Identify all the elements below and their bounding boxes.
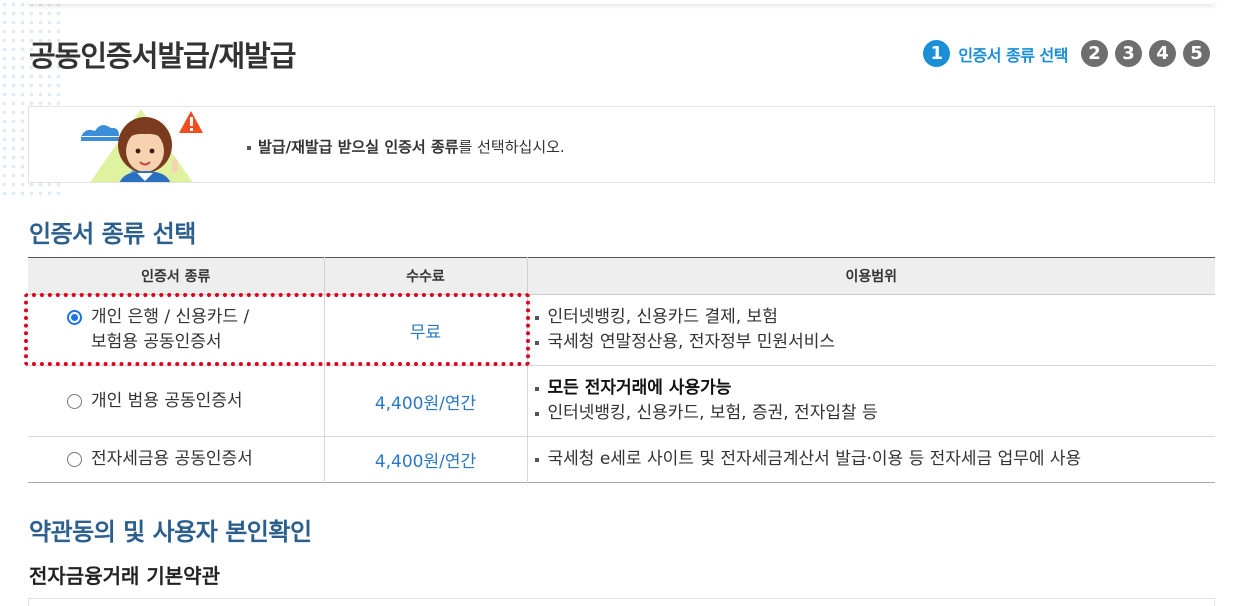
usage-line: 인터넷뱅킹, 신용카드, 보험, 증권, 전자입찰 등 (534, 401, 1216, 426)
cert-type-label: 개인 은행 / 신용카드 / 보험용 공동인증서 (91, 305, 249, 355)
cert-type-cell[interactable]: 개인 은행 / 신용카드 / 보험용 공동인증서 (28, 294, 325, 366)
terms-content-box[interactable] (28, 598, 1215, 606)
page-title: 공동인증서발급/재발급 (29, 39, 296, 73)
cert-option-e-tax[interactable]: 전자세금용 공동인증서 (28, 447, 324, 472)
header-fee: 수수료 (324, 257, 528, 295)
fee-cell: 4,400원/연간 (324, 436, 528, 483)
usage-text: 모든 전자거래에 사용가능 (547, 378, 732, 398)
notice-text-rest: 를 선택하십시오. (458, 138, 565, 156)
fee-cell: 4,400원/연간 (324, 365, 528, 437)
notice-box: 발급/재발급 받으실 인증서 종류를 선택하십시오. (28, 106, 1215, 183)
header-cert-type: 인증서 종류 (28, 257, 325, 295)
usage-line: 모든 전자거래에 사용가능 (534, 376, 1216, 401)
cert-type-table: 인증서 종류 수수료 이용범위 개인 은행 / 신용카드 / 보험용 공동인증서… (28, 257, 1215, 483)
table-row[interactable]: 개인 범용 공동인증서 4,400원/연간 모든 전자거래에 사용가능 인터넷뱅… (28, 365, 1216, 437)
terms-section-title: 약관동의 및 사용자 본인확인 (29, 518, 312, 546)
top-panel-edge (28, 0, 1214, 4)
bullet-icon (534, 457, 539, 462)
bullet-icon (534, 411, 539, 416)
step-5-badge: 5 (1183, 40, 1210, 67)
usage-cell: 모든 전자거래에 사용가능 인터넷뱅킹, 신용카드, 보험, 증권, 전자입찰 … (527, 365, 1216, 437)
table-row[interactable]: 개인 은행 / 신용카드 / 보험용 공동인증서 무료 인터넷뱅킹, 신용카드 … (28, 294, 1216, 366)
bullet-icon (534, 315, 539, 320)
bullet-icon (534, 340, 539, 345)
cert-type-label-line2: 보험용 공동인증서 (91, 332, 222, 352)
usage-line: 인터넷뱅킹, 신용카드 결제, 보험 (534, 305, 1216, 330)
bullet-icon (247, 145, 251, 150)
step-4-badge: 4 (1149, 40, 1176, 67)
fee-cell: 무료 (324, 294, 528, 366)
table-row[interactable]: 전자세금용 공동인증서 4,400원/연간 국세청 e세로 사이트 및 전자세금… (28, 436, 1215, 483)
cert-type-label: 개인 범용 공동인증서 (91, 390, 243, 411)
usage-text: 인터넷뱅킹, 신용카드, 보험, 증권, 전자입찰 등 (547, 403, 878, 423)
cert-option-personal-bank[interactable]: 개인 은행 / 신용카드 / 보험용 공동인증서 (28, 305, 324, 355)
cert-type-label: 전자세금용 공동인증서 (91, 449, 253, 469)
usage-cell: 인터넷뱅킹, 신용카드 결제, 보험 국세청 연말정산용, 전자정부 민원서비스 (527, 294, 1216, 366)
step-1-label: 인증서 종류 선택 (958, 45, 1068, 65)
usage-cell: 국세청 e세로 사이트 및 전자세금계산서 발급·이용 등 전자세금 업무에 사… (527, 437, 1215, 483)
cert-option-personal-general[interactable]: 개인 범용 공동인증서 (28, 389, 324, 414)
cert-type-label-line1: 개인 은행 / 신용카드 / (91, 307, 250, 327)
usage-line: 국세청 연말정산용, 전자정부 민원서비스 (534, 330, 1216, 355)
step-3-badge: 3 (1115, 40, 1142, 67)
terms-subtitle: 전자금융거래 기본약관 (29, 564, 220, 588)
notice-text-bold: 발급/재발급 받으실 인증서 종류 (258, 138, 459, 156)
notice-text: 발급/재발급 받으실 인증서 종류를 선택하십시오. (247, 136, 565, 157)
cert-type-cell[interactable]: 전자세금용 공동인증서 (28, 436, 325, 483)
usage-text: 인터넷뱅킹, 신용카드 결제, 보험 (547, 307, 778, 327)
header-usage-scope: 이용범위 (527, 257, 1215, 295)
usage-text: 국세청 e세로 사이트 및 전자세금계산서 발급·이용 등 전자세금 업무에 사… (547, 449, 1082, 469)
step-2-badge: 2 (1081, 40, 1108, 67)
table-header-row: 인증서 종류 수수료 이용범위 (28, 257, 1215, 295)
cert-type-cell[interactable]: 개인 범용 공동인증서 (28, 365, 325, 437)
radio-button[interactable] (67, 393, 82, 409)
bullet-icon (534, 386, 539, 391)
guide-character-illustration (81, 109, 203, 182)
cert-type-section-title: 인증서 종류 선택 (29, 220, 196, 248)
radio-button[interactable] (67, 452, 82, 467)
radio-button-selected[interactable] (67, 310, 82, 325)
step-indicator: 1 인증서 종류 선택 2 3 4 5 (923, 40, 1210, 67)
step-1-badge: 1 (923, 40, 951, 67)
usage-line: 국세청 e세로 사이트 및 전자세금계산서 발급·이용 등 전자세금 업무에 사… (534, 447, 1216, 472)
usage-text: 국세청 연말정산용, 전자정부 민원서비스 (547, 332, 836, 352)
